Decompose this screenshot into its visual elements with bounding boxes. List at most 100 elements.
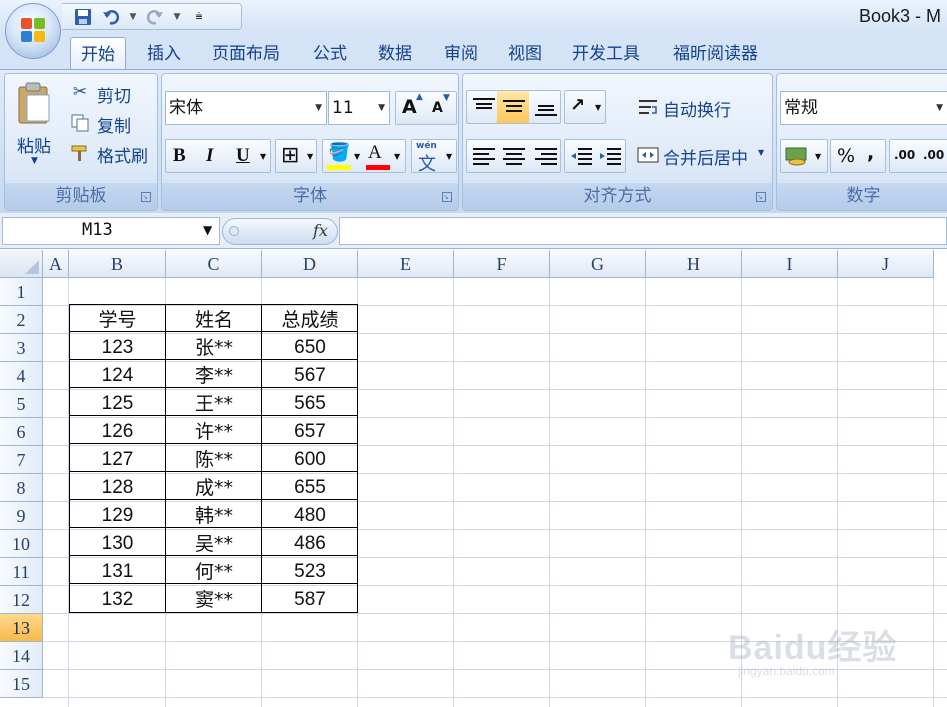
font-size-combo[interactable]: 11 ▼: [328, 91, 390, 125]
customize-qat-icon[interactable]: ⩧: [188, 7, 210, 27]
row-header[interactable]: 10: [0, 530, 43, 558]
row-header[interactable]: 15: [0, 670, 43, 698]
office-button[interactable]: [5, 3, 61, 59]
column-header[interactable]: F: [454, 250, 550, 278]
font-launcher-icon[interactable]: ↘: [442, 192, 452, 202]
row-header[interactable]: 11: [0, 558, 43, 586]
underline-button[interactable]: U: [236, 145, 250, 167]
currency-dropdown-icon[interactable]: ▼: [815, 152, 821, 161]
insert-function-icon[interactable]: fx: [313, 221, 328, 240]
formula-input[interactable]: [339, 217, 947, 245]
row-header[interactable]: 14: [0, 642, 43, 670]
fill-color-dropdown-icon[interactable]: ▼: [354, 152, 360, 161]
row-header[interactable]: 3: [0, 334, 43, 362]
save-icon[interactable]: [72, 7, 94, 27]
row-header[interactable]: 8: [0, 474, 43, 502]
italic-button[interactable]: I: [206, 145, 213, 167]
tab-data[interactable]: 数据: [368, 37, 422, 70]
formula-bar-resize-handle[interactable]: [229, 226, 239, 236]
tab-formulas[interactable]: 公式: [303, 37, 357, 70]
font-color-dropdown-icon[interactable]: ▼: [394, 152, 400, 161]
column-header[interactable]: E: [358, 250, 454, 278]
row-header[interactable]: 12: [0, 586, 43, 614]
copy-button[interactable]: 复制: [97, 112, 131, 137]
tab-insert[interactable]: 插入: [137, 37, 191, 70]
font-color-icon[interactable]: A: [368, 142, 382, 164]
tab-developer[interactable]: 开发工具: [562, 37, 650, 70]
number-format-combo[interactable]: 常规 ▼: [780, 91, 947, 125]
font-name-combo[interactable]: 宋体 ▼: [165, 91, 327, 125]
row-header[interactable]: 9: [0, 502, 43, 530]
redo-dropdown-icon[interactable]: ▼: [172, 7, 182, 27]
cut-button[interactable]: 剪切: [97, 82, 131, 107]
comma-button[interactable]: ,: [867, 142, 874, 164]
redo-icon[interactable]: [144, 7, 166, 27]
column-header[interactable]: H: [646, 250, 742, 278]
column-header[interactable]: B: [69, 250, 166, 278]
tab-page-layout[interactable]: 页面布局: [202, 37, 290, 70]
paste-button[interactable]: 粘贴: [17, 132, 51, 157]
font-size-dropdown-icon[interactable]: ▼: [378, 92, 385, 124]
merge-center-dropdown-icon[interactable]: ▼: [758, 148, 764, 157]
decrease-decimal-button[interactable]: .00: [923, 148, 944, 162]
row-header[interactable]: 1: [0, 278, 43, 306]
wrap-text-button[interactable]: 自动换行: [663, 96, 731, 121]
center-align-icon[interactable]: [503, 147, 525, 167]
phonetic-guide-icon[interactable]: 文: [418, 150, 436, 176]
shrink-font-button[interactable]: A: [432, 100, 443, 116]
format-painter-button[interactable]: 格式刷: [97, 142, 148, 167]
font-name-dropdown-icon[interactable]: ▼: [315, 92, 322, 124]
column-gridline: [933, 278, 934, 707]
right-align-icon[interactable]: [535, 147, 557, 167]
phonetic-dropdown-icon[interactable]: ▼: [446, 152, 452, 161]
middle-align-icon[interactable]: [503, 97, 525, 117]
clipboard-launcher-icon[interactable]: ↘: [141, 192, 151, 202]
paste-dropdown-icon[interactable]: ▼: [31, 156, 38, 166]
row-header[interactable]: 6: [0, 418, 43, 446]
alignment-launcher-icon[interactable]: ↘: [756, 192, 766, 202]
tab-review[interactable]: 审阅: [434, 37, 488, 70]
text-orientation-icon[interactable]: ↗: [570, 95, 585, 116]
row-header[interactable]: 4: [0, 362, 43, 390]
name-box[interactable]: M13 ▼: [2, 217, 220, 245]
row-header[interactable]: 2: [0, 306, 43, 334]
select-all-triangle-icon: [25, 260, 39, 274]
underline-dropdown-icon[interactable]: ▼: [260, 152, 266, 161]
select-all-corner[interactable]: [0, 250, 43, 278]
tab-foxit-reader[interactable]: 福昕阅读器: [663, 37, 768, 70]
format-painter-icon: [69, 142, 91, 164]
tab-view[interactable]: 视图: [498, 37, 552, 70]
border-box: ⊞ ▼: [275, 139, 317, 173]
undo-icon[interactable]: [100, 7, 122, 27]
border-icon[interactable]: ⊞: [281, 143, 299, 168]
title-bar: ▼ ▼ ⩧ Book3 - M: [0, 0, 947, 34]
column-header[interactable]: I: [742, 250, 838, 278]
decrease-indent-icon[interactable]: [570, 147, 592, 167]
column-header[interactable]: J: [838, 250, 934, 278]
fill-color-icon[interactable]: 🪣: [328, 142, 350, 163]
paste-icon[interactable]: [15, 80, 55, 126]
row-header[interactable]: 13: [0, 614, 43, 642]
border-dropdown-icon[interactable]: ▼: [307, 152, 313, 161]
undo-dropdown-icon[interactable]: ▼: [128, 7, 138, 27]
row-header[interactable]: 7: [0, 446, 43, 474]
column-header[interactable]: D: [262, 250, 358, 278]
bottom-align-icon[interactable]: [535, 97, 557, 117]
increase-decimal-button[interactable]: .00: [894, 148, 915, 162]
grow-font-button[interactable]: A: [402, 96, 417, 118]
increase-indent-icon[interactable]: [599, 147, 621, 167]
currency-icon[interactable]: [785, 145, 809, 167]
row-header[interactable]: 5: [0, 390, 43, 418]
tab-home[interactable]: 开始: [70, 37, 126, 70]
column-header[interactable]: G: [550, 250, 646, 278]
orientation-dropdown-icon[interactable]: ▼: [595, 103, 601, 112]
bold-button[interactable]: B: [173, 145, 186, 167]
merge-center-button[interactable]: 合并后居中: [663, 144, 748, 169]
percent-button[interactable]: %: [837, 145, 855, 167]
column-header[interactable]: A: [43, 250, 69, 278]
left-align-icon[interactable]: [473, 147, 495, 167]
top-align-icon[interactable]: [473, 97, 495, 117]
name-box-dropdown-icon[interactable]: ▼: [203, 223, 212, 237]
number-format-dropdown-icon[interactable]: ▼: [936, 92, 943, 124]
column-header[interactable]: C: [166, 250, 262, 278]
